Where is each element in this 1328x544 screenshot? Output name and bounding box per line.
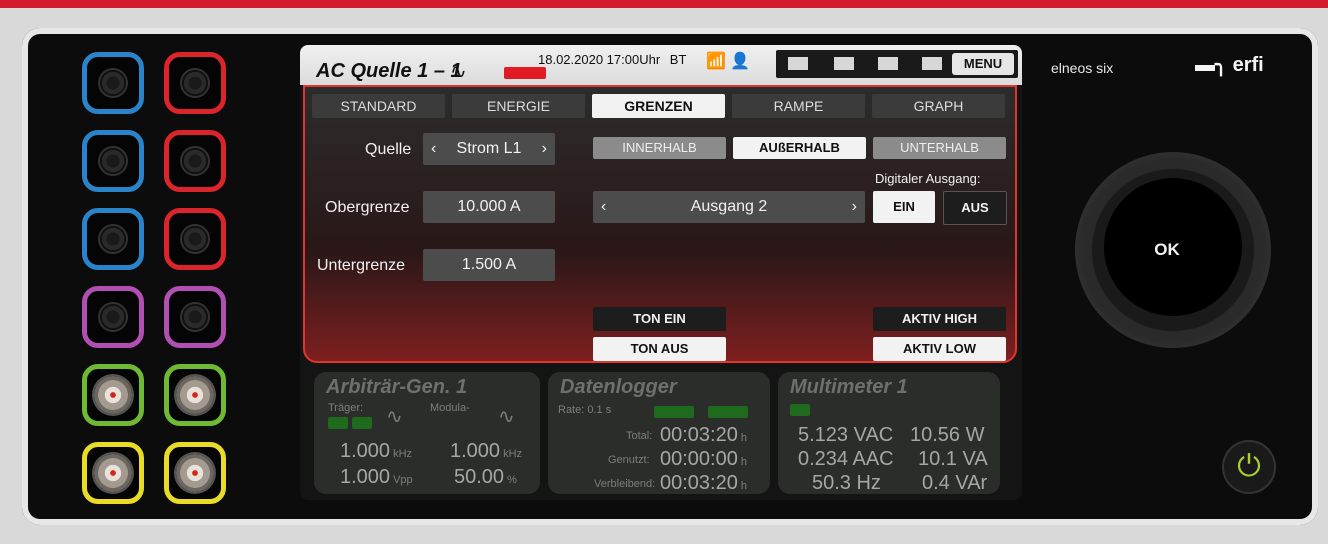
lower-limit-field[interactable]: 1.500 A [423,249,555,281]
view-split-h-icon[interactable] [834,57,854,70]
top-bar: AC Quelle 1 – 1 ∿ 18.02.2020 17:00Uhr BT… [300,45,1022,85]
brand-text: erfi [1232,54,1264,76]
bnc-yellow-2[interactable] [164,442,226,504]
port-violet-1[interactable] [82,286,144,348]
connector-panel [40,40,290,510]
tab-rampe[interactable]: RAMPE [732,94,865,118]
view-single-icon[interactable] [788,57,808,70]
chevron-right-icon[interactable]: › [852,191,857,223]
status-icons: 📶 👤 [706,51,750,71]
bnc-green-1[interactable] [82,364,144,426]
upper-limit-label: Obergrenze [325,199,410,216]
view-quad-icon[interactable] [922,57,942,70]
source-label: Quelle [365,141,412,158]
wave-icon: ∿ [386,406,403,428]
widget-multimeter[interactable]: Multimeter 1 5.123 VAC 10.56 W 0.234 AAC… [778,372,1000,494]
status-pill [352,417,372,429]
used-label: Genutzt: [608,454,650,466]
chevron-right-icon[interactable]: › [542,133,547,165]
upper-limit-field[interactable]: 10.000 A [423,191,555,223]
model-name: elneos six [1051,60,1114,76]
port-red-2[interactable] [164,130,226,192]
datetime: 18.02.2020 17:00Uhr [538,52,661,67]
carrier-frequency: 1.000 kHz [340,440,413,462]
widget-title: Datenlogger [560,376,677,398]
menu-button[interactable]: MENU [952,53,1014,75]
lower-limit-label: Untergrenze [317,257,406,274]
status-pill [328,417,348,429]
bnc-green-2[interactable] [164,364,226,426]
tab-standard[interactable]: STANDARD [312,94,445,118]
digital-off-button[interactable]: AUS [943,191,1007,225]
segment-innerhalb[interactable]: INNERHALB [593,137,726,159]
user-icon: 👤 [730,53,751,70]
power-button[interactable]: ⏻ [1222,440,1276,494]
tab-grenzen[interactable]: GRENZEN [592,94,725,118]
erfi-logo-icon: ▬╮ [1195,54,1228,76]
output-value: Ausgang 2 [690,198,768,215]
status-pill [654,406,694,418]
wifi-icon: 📶 [706,53,726,70]
active-low-button[interactable]: AKTIV LOW [873,337,1006,361]
remaining-label: Verbleibend: [594,478,656,490]
active-high-button[interactable]: AKTIV HIGH [873,307,1006,331]
carrier-label: Träger: [328,402,364,414]
total-time: 00:03:20 h [660,424,747,446]
status-pill [790,404,810,416]
status-indicator-bar [504,67,546,79]
port-blue-1[interactable] [82,52,144,114]
segment-ausserhalb[interactable]: AUßERHALB [733,137,866,159]
bluetooth-label: BT [669,52,687,67]
view-switcher: MENU [776,50,1018,78]
widget-title: Multimeter 1 [790,376,908,398]
status-line: 18.02.2020 17:00Uhr BT [538,52,686,67]
power-watts: 10.56 W [910,424,985,446]
bnc-yellow-1[interactable] [82,442,144,504]
segment-unterhalb[interactable]: UNTERHALB [873,137,1006,159]
reactive-power: 0.4 VAr [922,472,988,494]
power-icon: ⏻ [1237,450,1261,483]
port-blue-3[interactable] [82,208,144,270]
remaining-time: 00:03:20 h [660,472,747,494]
digital-on-button[interactable]: EIN [873,191,935,223]
port-red-1[interactable] [164,52,226,114]
tone-off-button[interactable]: TON AUS [593,337,726,361]
modulation-percentage: 50.00% [454,466,517,488]
tab-graph[interactable]: GRAPH [872,94,1005,118]
screen-title: AC Quelle 1 – 1 [316,60,462,82]
used-time: 00:00:00 h [660,448,747,470]
source-value: Strom L1 [456,140,522,157]
wave-icon: ∿ [498,406,515,428]
frequency: 50.3 Hz [812,472,881,494]
widget-arbitrary-generator[interactable]: Arbiträr-Gen. 1 Träger: Modula- ∿ ∿ 1.00… [314,372,540,494]
apparent-power: 10.1 VA [918,448,988,470]
display-screen: AC Quelle 1 – 1 ∿ 18.02.2020 17:00Uhr BT… [300,45,1022,500]
digital-output-label: Digitaler Ausgang: [875,171,981,186]
sine-wave-icon: ∿ [450,61,467,83]
chevron-left-icon[interactable]: ‹ [601,191,606,223]
port-violet-2[interactable] [164,286,226,348]
modulation-label: Modula- [430,402,470,414]
main-content: STANDARD ENERGIE GRENZEN RAMPE GRAPH Que… [303,85,1017,363]
amplitude-value: 1.000 Vpp [340,466,413,488]
chevron-left-icon[interactable]: ‹ [431,133,436,165]
port-red-3[interactable] [164,208,226,270]
output-selector[interactable]: ‹ Ausgang 2 › [593,191,865,223]
current-ac: 0.234 AAC [798,448,894,470]
widgets-row: Arbiträr-Gen. 1 Träger: Modula- ∿ ∿ 1.00… [300,367,1022,500]
status-pill [708,406,748,418]
modulation-frequency: 1.000 kHz [450,440,523,462]
total-label: Total: [626,430,653,442]
rate-label: Rate: 0.1 s [558,404,612,416]
view-split-v-icon[interactable] [878,57,898,70]
port-blue-2[interactable] [82,130,144,192]
widget-title: Arbiträr-Gen. 1 [326,376,468,398]
ok-button[interactable]: OK [1147,240,1187,260]
widget-datalogger[interactable]: Datenlogger Rate: 0.1 s Total: 00:03:20 h… [548,372,770,494]
tone-on-button[interactable]: TON EIN [593,307,726,331]
tab-energie[interactable]: ENERGIE [452,94,585,118]
source-selector[interactable]: ‹ Strom L1 › [423,133,555,165]
brand-logo: ▬╮ erfi [1195,52,1264,77]
voltage-ac: 5.123 VAC [798,424,894,446]
